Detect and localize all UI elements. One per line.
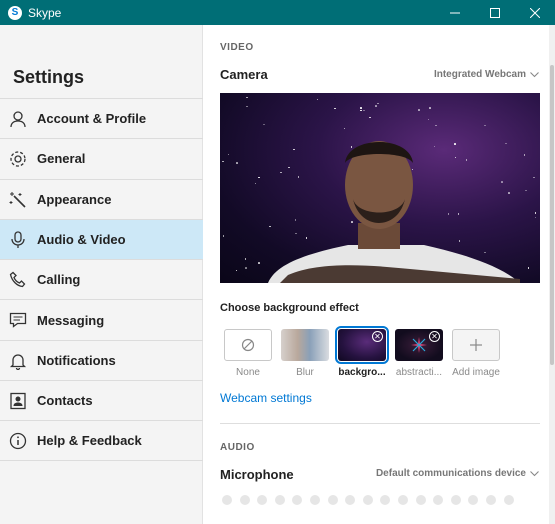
no-effect-icon bbox=[241, 338, 255, 352]
settings-nav: Account & Profile General Appearance Aud… bbox=[0, 98, 203, 461]
bell-icon bbox=[8, 351, 28, 371]
maximize-button[interactable] bbox=[475, 0, 515, 25]
sidebar-item-help-feedback[interactable]: Help & Feedback bbox=[0, 420, 203, 461]
microphone-select[interactable]: Default communications device bbox=[376, 468, 539, 479]
sidebar-item-label: Contacts bbox=[37, 393, 93, 409]
sidebar-item-label: Account & Profile bbox=[37, 111, 147, 127]
effect-thumbnail: ✕ bbox=[395, 329, 443, 361]
mic-level-dot bbox=[257, 495, 268, 505]
sidebar-item-contacts[interactable]: Contacts bbox=[0, 380, 203, 420]
mic-level-dot bbox=[415, 495, 426, 505]
sidebar-item-label: Audio & Video bbox=[37, 232, 126, 248]
person-video-feed bbox=[268, 141, 520, 283]
sidebar-item-label: Calling bbox=[37, 272, 81, 288]
person-icon bbox=[8, 109, 28, 129]
mic-level-dot bbox=[222, 495, 232, 505]
sidebar-item-calling[interactable]: Calling bbox=[0, 259, 203, 299]
maximize-icon bbox=[490, 7, 500, 18]
plus-icon bbox=[470, 339, 482, 351]
effect-label: backgro... bbox=[338, 367, 386, 378]
camera-label: Camera bbox=[220, 67, 268, 82]
chat-icon bbox=[8, 310, 28, 330]
video-section-label: VIDEO bbox=[220, 42, 254, 53]
effect-blur[interactable]: Blur bbox=[281, 329, 329, 378]
mic-level-dot bbox=[239, 495, 250, 505]
mic-level-dot bbox=[380, 495, 391, 505]
effect-thumbnail: ✕ bbox=[335, 326, 389, 364]
close-button[interactable] bbox=[515, 0, 555, 25]
webcam-settings-link[interactable]: Webcam settings bbox=[220, 391, 312, 405]
effect-none[interactable]: None bbox=[224, 329, 272, 378]
effect-thumbnail bbox=[452, 329, 500, 361]
sidebar-item-general[interactable]: General bbox=[0, 138, 203, 178]
sidebar-item-label: Notifications bbox=[37, 352, 116, 368]
mic-level-dot bbox=[345, 495, 356, 505]
microphone-label: Microphone bbox=[220, 467, 294, 482]
minimize-button[interactable] bbox=[435, 0, 475, 25]
window-title: Skype bbox=[28, 5, 62, 20]
microphone-device-value: Default communications device bbox=[375, 468, 526, 479]
settings-content: VIDEO Camera Integrated Webcam Choose ba… bbox=[204, 25, 549, 524]
microphone-level-meter bbox=[222, 495, 514, 505]
sidebar-item-audio-video[interactable]: Audio & Video bbox=[0, 218, 203, 260]
section-divider bbox=[220, 423, 540, 424]
camera-preview bbox=[220, 93, 540, 283]
background-effect-title: Choose background effect bbox=[220, 302, 359, 314]
camera-device-value: Integrated Webcam bbox=[433, 69, 526, 80]
mic-level-dot bbox=[468, 495, 479, 505]
sidebar-item-label: Appearance bbox=[37, 191, 112, 207]
effect-label: abstracti... bbox=[395, 367, 443, 378]
skype-logo-icon: S bbox=[8, 5, 22, 20]
scrollbar-thumb[interactable] bbox=[550, 65, 554, 365]
effect-abstract[interactable]: ✕ abstracti... bbox=[395, 329, 443, 378]
contact-card-icon bbox=[8, 391, 28, 411]
mic-level-dot bbox=[433, 495, 444, 505]
sidebar-item-appearance[interactable]: Appearance bbox=[0, 178, 203, 219]
window-controls bbox=[435, 0, 555, 25]
info-icon bbox=[8, 431, 28, 451]
sidebar-item-label: Help & Feedback bbox=[37, 433, 142, 449]
phone-icon bbox=[8, 270, 28, 290]
camera-select[interactable]: Integrated Webcam bbox=[434, 69, 539, 80]
minimize-icon bbox=[450, 12, 460, 13]
sidebar-item-label: Messaging bbox=[37, 312, 105, 328]
effect-label: Blur bbox=[296, 367, 314, 378]
mic-level-dot bbox=[327, 495, 338, 505]
effect-label: None bbox=[236, 367, 260, 378]
mic-level-dot bbox=[450, 495, 461, 505]
chevron-down-icon bbox=[530, 71, 539, 77]
abstract-burst-icon bbox=[411, 337, 427, 353]
mic-level-dot bbox=[309, 495, 320, 505]
mic-level-dot bbox=[362, 495, 373, 505]
mic-level-dot bbox=[274, 495, 285, 505]
background-effects-list: None Blur ✕ backgro... ✕ abstracti... Ad… bbox=[220, 326, 550, 389]
remove-effect-icon[interactable]: ✕ bbox=[429, 331, 440, 342]
sidebar-item-label: General bbox=[37, 151, 86, 167]
effect-thumbnail bbox=[224, 329, 272, 361]
mic-level-dot bbox=[485, 495, 496, 505]
mic-level-dot bbox=[292, 495, 303, 505]
effect-add-image[interactable]: Add image bbox=[452, 329, 500, 378]
settings-sidebar: Settings Account & Profile General Appea… bbox=[0, 25, 203, 524]
sidebar-item-notifications[interactable]: Notifications bbox=[0, 339, 203, 380]
effect-thumbnail bbox=[281, 329, 329, 361]
close-icon bbox=[530, 7, 540, 18]
sidebar-item-messaging[interactable]: Messaging bbox=[0, 299, 203, 339]
audio-section-label: AUDIO bbox=[220, 442, 255, 453]
settings-heading: Settings bbox=[13, 67, 85, 87]
title-bar: S Skype bbox=[0, 0, 555, 25]
microphone-icon bbox=[8, 230, 28, 250]
chevron-down-icon bbox=[530, 470, 539, 476]
mic-level-dot bbox=[503, 495, 514, 505]
gear-icon bbox=[8, 149, 28, 169]
magic-wand-icon bbox=[8, 190, 28, 210]
mic-level-dot bbox=[397, 495, 408, 505]
sidebar-item-account-profile[interactable]: Account & Profile bbox=[0, 98, 203, 138]
effect-label: Add image bbox=[452, 367, 500, 378]
remove-effect-icon[interactable]: ✕ bbox=[372, 331, 383, 342]
scrollbar[interactable] bbox=[549, 25, 555, 524]
effect-background-selected[interactable]: ✕ backgro... bbox=[335, 326, 389, 378]
